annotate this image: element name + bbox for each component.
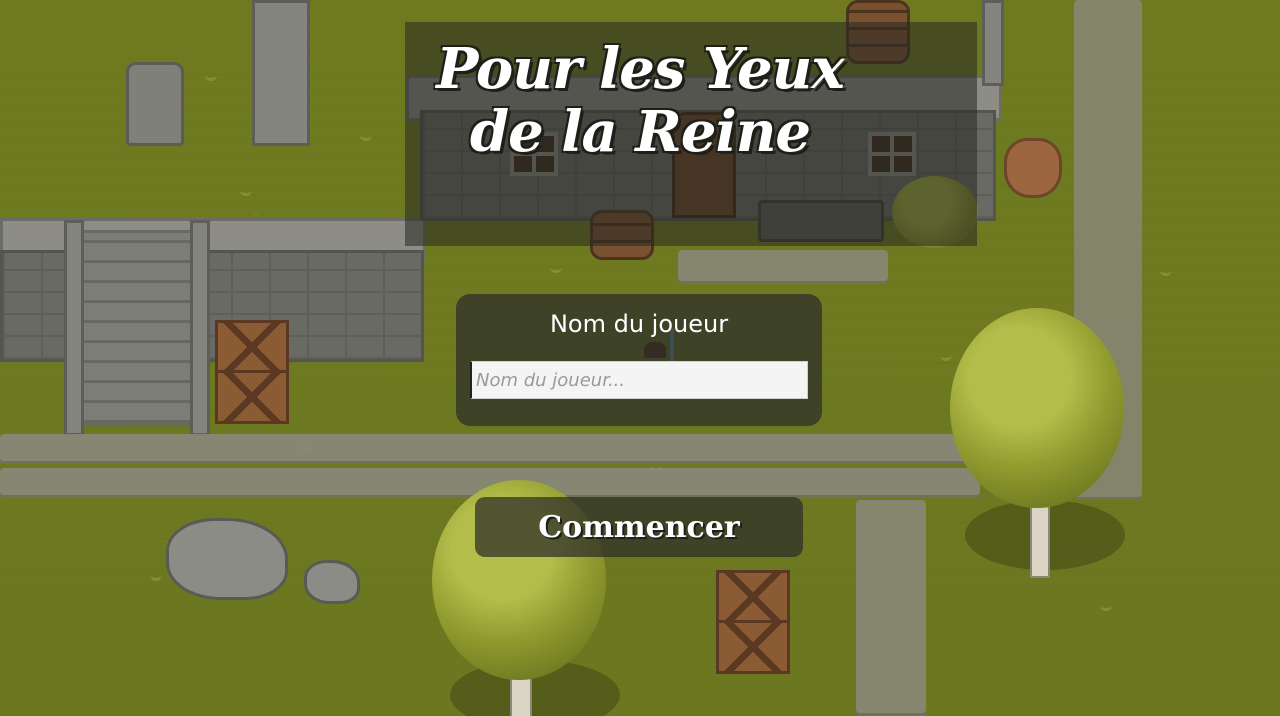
small-rock [304, 560, 360, 604]
wooden-crate [716, 570, 790, 624]
player-name-panel: Nom du joueur [456, 294, 822, 426]
game-title: Pour les Yeux de la Reine [405, 38, 875, 163]
stair-pillar [190, 220, 210, 436]
grass-tuft [1100, 600, 1112, 611]
player-name-label: Nom du joueur [549, 310, 729, 338]
stone-path [0, 434, 1000, 464]
grass-tuft [360, 130, 372, 141]
start-button[interactable]: Commencer [475, 497, 803, 557]
stair-pillar [64, 220, 84, 436]
wooden-crate [215, 320, 289, 374]
stone-path-vertical [856, 500, 926, 716]
wall-pillar [982, 0, 1004, 86]
player-name-input[interactable] [470, 361, 808, 399]
runestone-pillar [252, 0, 310, 146]
boulder [166, 518, 288, 600]
grass-tuft [940, 350, 952, 361]
gravestone [126, 62, 184, 146]
stone-stairs [70, 230, 204, 426]
grass-tuft [150, 570, 162, 581]
grass-tuft [205, 70, 217, 81]
clay-pot [1004, 138, 1062, 198]
birch-tree [950, 308, 1124, 508]
wooden-crate [215, 370, 289, 424]
game-title-line-2: de la Reine [469, 98, 811, 165]
wooden-crate [716, 620, 790, 674]
grass-tuft [550, 262, 562, 273]
game-title-line-1: Pour les Yeux [436, 36, 844, 102]
stone-path [678, 250, 888, 284]
grass-tuft [1160, 265, 1172, 276]
grass-tuft [240, 185, 252, 196]
